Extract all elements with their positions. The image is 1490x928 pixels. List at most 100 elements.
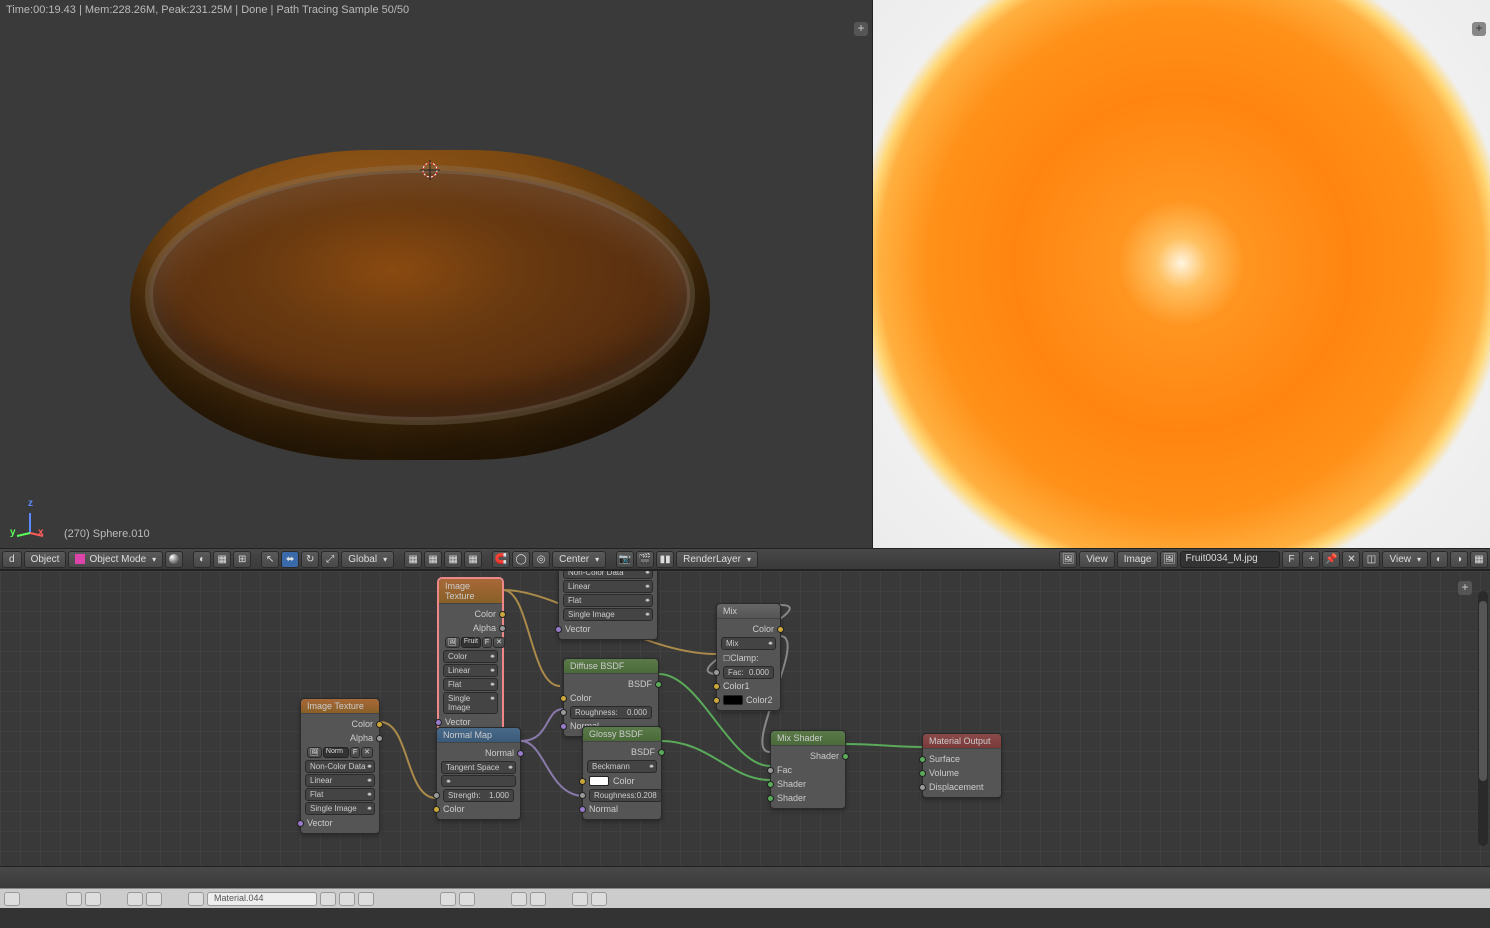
stub-btn-1[interactable] (66, 892, 82, 906)
snap-type-button[interactable]: ◯ (512, 551, 530, 568)
node-header[interactable]: Material Output (923, 734, 1001, 749)
node-material-output[interactable]: Material Output Surface Volume Displacem… (922, 733, 1002, 798)
render-button[interactable]: 🎬 (636, 551, 654, 568)
snap-button[interactable]: 🧲 (492, 551, 510, 568)
stub-btn-6[interactable] (339, 892, 355, 906)
image-filename-field[interactable]: Fruit0034_M.jpg (1180, 551, 1280, 568)
material-icon[interactable] (188, 892, 204, 906)
overlay-button-1[interactable]: ◐ (193, 551, 211, 568)
color-swatch[interactable] (589, 776, 609, 786)
move-button[interactable]: ⬌ (281, 551, 299, 568)
image-unpack-button[interactable]: ◫ (1362, 551, 1380, 568)
pivot-dropdown[interactable]: Center (552, 551, 606, 568)
ext-dropdown[interactable]: Single Image (443, 692, 498, 714)
ext-dropdown[interactable]: Single Image (305, 802, 375, 815)
close-icon[interactable]: ✕ (361, 747, 373, 758)
node-mix-shader[interactable]: Mix Shader Shader Fac Shader Shader (770, 730, 846, 809)
editor-type-icon[interactable] (4, 892, 20, 906)
layer-btn-4[interactable]: ▦ (464, 551, 482, 568)
viewport-expand-button[interactable]: + (854, 22, 868, 36)
color2-swatch[interactable] (723, 695, 743, 705)
stub-btn-7[interactable] (358, 892, 374, 906)
image-field[interactable]: Norm (323, 747, 349, 758)
rotate-button[interactable]: ↻ (301, 551, 319, 568)
colorspace-dropdown[interactable]: Color (443, 650, 498, 663)
interp-dropdown[interactable]: Linear (305, 774, 375, 787)
colorspace-dropdown[interactable]: Non-Color Data (305, 760, 375, 773)
roughness-field[interactable]: Roughness:0.000 (570, 706, 652, 719)
node-header[interactable]: Glossy BSDF (583, 727, 661, 742)
node-glossy-bsdf[interactable]: Glossy BSDF BSDF Beckmann Color Roughnes… (582, 726, 662, 820)
node-scrollbar[interactable] (1478, 591, 1488, 846)
uvmap-dropdown[interactable] (441, 775, 516, 787)
proportional-button[interactable]: ◎ (532, 551, 550, 568)
image-pin-button[interactable]: 📌 (1322, 551, 1340, 568)
image-f-button[interactable]: F (1282, 551, 1300, 568)
node-mix-rgb[interactable]: Mix Color Mix ☐ Clamp: Fac:0.000 Color1 … (716, 603, 781, 711)
node-ext-dropdown[interactable]: Single Image (563, 608, 653, 621)
image-image-menu[interactable]: Image (1117, 551, 1159, 568)
node-header[interactable]: Mix (717, 604, 780, 619)
node-interp-dropdown[interactable]: Linear (563, 580, 653, 593)
node-colorspace-dropdown[interactable]: Non-Color Data (563, 570, 653, 579)
image-plus-button[interactable]: + (1302, 551, 1320, 568)
image-view-dropdown[interactable]: View (1382, 551, 1428, 568)
image-field[interactable]: Fruit (461, 637, 481, 648)
strength-field[interactable]: Strength:1.000 (443, 789, 514, 802)
close-icon[interactable]: ✕ (493, 637, 505, 648)
cursor-button[interactable]: ↖ (261, 551, 279, 568)
node-editor[interactable]: Non-Color Data Linear Flat Single Image … (0, 570, 1490, 866)
scale-button[interactable]: ⤢ (321, 551, 339, 568)
browse-icon[interactable]: 🖼 (445, 637, 460, 648)
node-header[interactable]: Image Texture (301, 699, 379, 714)
proj-dropdown[interactable]: Flat (305, 788, 375, 801)
proj-dropdown[interactable]: Flat (443, 678, 498, 691)
image-browse-icon[interactable]: 🖼 (1160, 551, 1178, 568)
menu-object[interactable]: Object (24, 551, 67, 568)
space-dropdown[interactable]: Tangent Space (441, 761, 516, 774)
menu-d[interactable]: d (2, 551, 22, 568)
image-expand-button[interactable]: + (1472, 22, 1486, 36)
browse-icon[interactable]: 🖼 (307, 747, 322, 758)
f-button[interactable]: F (482, 637, 492, 648)
stub-btn-3[interactable] (127, 892, 143, 906)
layer-btn-1[interactable]: ▦ (404, 551, 422, 568)
stub-btn-10[interactable] (511, 892, 527, 906)
stub-btn-11[interactable] (530, 892, 546, 906)
node-header[interactable]: Diffuse BSDF (564, 659, 658, 674)
image-x-button[interactable]: ✕ (1342, 551, 1360, 568)
overlay-button-3[interactable]: ⊞ (233, 551, 251, 568)
layer-btn-3[interactable]: ▦ (444, 551, 462, 568)
image-editor-panel[interactable]: + (873, 0, 1490, 548)
stub-btn-2[interactable] (85, 892, 101, 906)
orientation-dropdown[interactable]: Global (341, 551, 394, 568)
material-name-field[interactable]: Material.044 (207, 892, 317, 906)
image-channel-2[interactable]: ◑ (1450, 551, 1468, 568)
node-expand-button[interactable]: + (1458, 581, 1472, 595)
node-header[interactable]: Image Texture (439, 579, 502, 604)
node-image-texture-3[interactable]: Non-Color Data Linear Flat Single Image … (558, 570, 658, 640)
f-button[interactable]: F (350, 747, 360, 758)
node-header[interactable]: Normal Map (437, 728, 520, 743)
image-editor-icon[interactable]: 🖼 (1059, 551, 1077, 568)
node-image-texture-1[interactable]: Image Texture Color Alpha 🖼NormF✕ Non-Co… (300, 698, 380, 834)
mode-dropdown[interactable]: Object Mode (68, 551, 163, 568)
stub-btn-8[interactable] (440, 892, 456, 906)
image-uv-button[interactable]: ▦ (1470, 551, 1488, 568)
blend-dropdown[interactable]: Mix (721, 637, 776, 650)
image-channel-1[interactable]: ◐ (1430, 551, 1448, 568)
node-normal-map[interactable]: Normal Map Normal Tangent Space Strength… (436, 727, 521, 820)
distribution-dropdown[interactable]: Beckmann (587, 760, 657, 773)
fac-field[interactable]: Fac:0.000 (723, 666, 774, 679)
roughness-field[interactable]: Roughness:0.208 (589, 789, 662, 802)
stub-btn-12[interactable] (572, 892, 588, 906)
node-proj-dropdown[interactable]: Flat (563, 594, 653, 607)
interp-dropdown[interactable]: Linear (443, 664, 498, 677)
image-view-menu[interactable]: View (1079, 551, 1115, 568)
stub-btn-9[interactable] (459, 892, 475, 906)
node-image-texture-2[interactable]: Image Texture Color Alpha 🖼FruitF✕ Color… (438, 578, 503, 733)
gl-render-button[interactable]: ▮▮ (656, 551, 674, 568)
shading-button[interactable] (165, 551, 183, 568)
camera-button[interactable]: 📷 (616, 551, 634, 568)
scrollbar-thumb[interactable] (1479, 601, 1487, 781)
